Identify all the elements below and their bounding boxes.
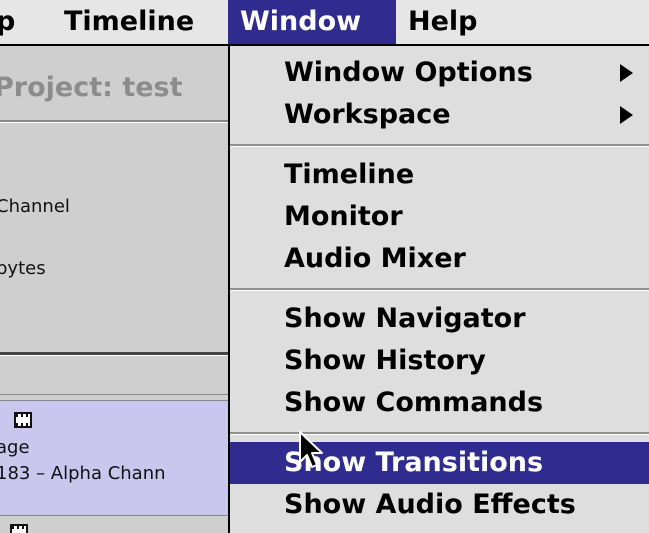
clip-name-label: 183 – Alpha Chann xyxy=(0,463,166,484)
submenu-arrow-icon xyxy=(620,106,633,124)
mouse-pointer-icon xyxy=(299,431,323,468)
menu-timeline[interactable]: Timeline xyxy=(52,0,228,44)
project-panel: Project: test Channel bytes : age 183 – … xyxy=(0,46,228,533)
menu-item-audio-mixer[interactable]: Audio Mixer xyxy=(230,238,649,280)
menu-separator xyxy=(230,288,649,291)
project-title: Project: test xyxy=(0,72,183,103)
menu-item-show-audio-effects[interactable]: Show Audio Effects xyxy=(230,484,649,526)
menu-item-timeline[interactable]: Timeline xyxy=(230,154,649,196)
clip-type-label: age xyxy=(0,437,30,458)
window-menu-dropdown: Window Options Workspace Timeline Monito… xyxy=(228,46,649,533)
film-clip-icon xyxy=(10,524,28,533)
clip-info-channel: Channel xyxy=(0,196,70,217)
menubar: p Timeline Window Help xyxy=(0,0,649,46)
clip-row-header: : xyxy=(0,409,32,430)
menu-title-partial-label: p xyxy=(0,6,16,37)
menu-separator xyxy=(230,144,649,147)
menu-item-monitor[interactable]: Monitor xyxy=(230,196,649,238)
clip-row-header-label: : xyxy=(0,409,2,430)
menu-item-show-navigator[interactable]: Show Navigator xyxy=(230,298,649,340)
menu-window[interactable]: Window xyxy=(228,0,396,44)
menu-item-workspace-label: Workspace xyxy=(284,99,451,130)
menu-item-workspace[interactable]: Workspace xyxy=(230,94,649,136)
menu-item-window-options[interactable]: Window Options xyxy=(230,52,649,94)
clip-info-bytes: bytes xyxy=(0,258,46,279)
menu-item-show-history[interactable]: Show History xyxy=(230,340,649,382)
menu-separator xyxy=(230,432,649,435)
menu-title-partial[interactable]: p xyxy=(0,0,52,44)
panel-divider-thick xyxy=(0,352,228,356)
menu-item-show-commands[interactable]: Show Commands xyxy=(230,382,649,424)
menu-item-window-options-label: Window Options xyxy=(284,57,533,88)
selected-clip-row[interactable]: : age 183 – Alpha Chann xyxy=(0,400,228,516)
submenu-arrow-icon xyxy=(620,64,633,82)
next-clip-row[interactable] xyxy=(0,520,228,533)
menu-help[interactable]: Help xyxy=(396,0,496,44)
menu-item-show-transitions[interactable]: Show Transitions xyxy=(230,442,649,484)
film-clip-icon xyxy=(13,412,32,428)
panel-divider xyxy=(0,120,228,123)
panel-divider-thin xyxy=(0,394,228,395)
